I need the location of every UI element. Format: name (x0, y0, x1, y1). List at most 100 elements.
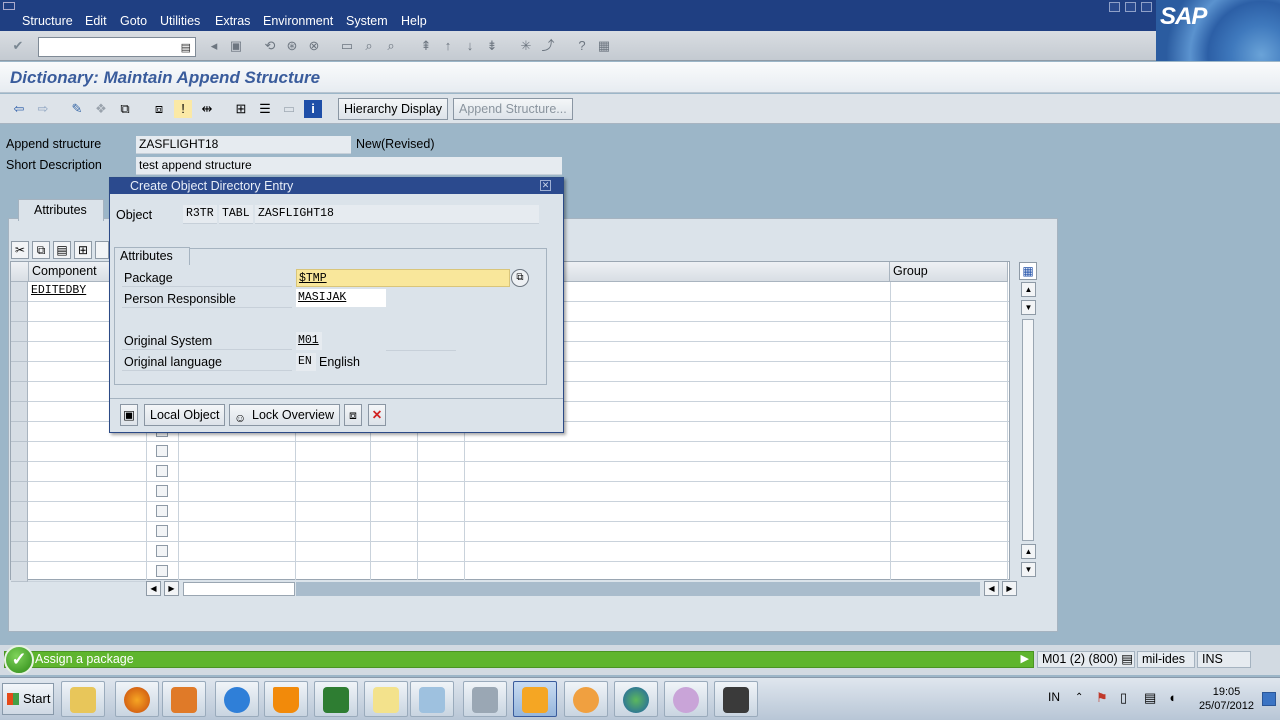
row-selector[interactable] (11, 562, 28, 582)
display-change-icon[interactable]: ✎ (68, 100, 86, 118)
row-selector[interactable] (11, 302, 28, 322)
row-selector[interactable] (11, 362, 28, 382)
row-checkbox[interactable] (156, 445, 168, 457)
save-icon[interactable]: ▣ (228, 38, 244, 54)
cancel-dialog-icon[interactable]: ✕ (368, 404, 386, 426)
scroll-left-end-icon[interactable]: ◀ (984, 581, 999, 596)
scroll-page-down-icon[interactable]: ▼ (1021, 562, 1036, 577)
horizontal-scrollbar[interactable]: ◀ ▶ ◀ ▶ (146, 581, 1017, 597)
row-selector[interactable] (11, 382, 28, 402)
taskbar-excel-icon[interactable] (314, 681, 358, 717)
command-history-icon[interactable]: ▤ (181, 41, 191, 54)
taskbar-messenger-icon[interactable] (664, 681, 708, 717)
taskbar-notepad-icon[interactable] (410, 681, 454, 717)
shortcut-icon[interactable]: ⤴ (540, 38, 556, 54)
menu-environment[interactable]: Environment (263, 14, 333, 28)
person-responsible-input[interactable]: MASIJAK (296, 289, 386, 307)
row-checkbox[interactable] (156, 545, 168, 557)
package-help-icon[interactable]: ⧉ (511, 269, 529, 287)
layout-menu-icon[interactable]: ▦ (596, 38, 612, 54)
help-icon[interactable]: ? (574, 38, 590, 54)
next-page-icon[interactable]: ↓ (462, 38, 478, 54)
copy-icon[interactable]: ⧉ (32, 241, 50, 259)
command-field[interactable]: ▤ (38, 37, 196, 57)
dialog-close-icon[interactable]: ✕ (540, 180, 551, 191)
last-page-icon[interactable]: ⇟ (484, 38, 500, 54)
taskbar-sap-logon-icon[interactable] (513, 681, 557, 717)
check-icon[interactable]: ❖ (92, 100, 110, 118)
hierarchy-icon[interactable]: ⊞ (232, 100, 250, 118)
scroll-thumb[interactable] (1022, 319, 1034, 541)
row-selector[interactable] (11, 342, 28, 362)
row-checkbox[interactable] (156, 565, 168, 577)
first-page-icon[interactable]: ⇞ (418, 38, 434, 54)
append-structure-field[interactable]: ZASFLIGHT18 (136, 136, 351, 154)
append-structure-button[interactable]: Append Structure... (453, 98, 573, 120)
maximize-button[interactable] (1125, 2, 1136, 12)
menu-structure[interactable]: Structure (22, 14, 73, 28)
scroll-page-up-icon[interactable]: ▲ (1021, 544, 1036, 559)
menu-utilities[interactable]: Utilities (160, 14, 200, 28)
create-session-icon[interactable]: ✳ (518, 38, 534, 54)
tray-flag-icon[interactable]: ⚑ (1096, 690, 1108, 706)
status-message[interactable]: Assign a package ▶ (4, 651, 1034, 668)
show-desktop-icon[interactable] (1262, 692, 1276, 706)
scroll-left-icon[interactable]: ◀ (146, 581, 161, 596)
tray-device-icon[interactable]: ▯ (1120, 690, 1127, 706)
hscroll-thumb[interactable] (183, 582, 295, 596)
table-row[interactable] (11, 562, 1009, 582)
next-object-icon[interactable]: ⇨ (34, 100, 52, 118)
insert-mode[interactable]: INS (1197, 651, 1251, 668)
minimize-button[interactable] (1109, 2, 1120, 12)
taskbar-camera-icon[interactable] (714, 681, 758, 717)
clock[interactable]: 19:05 25/07/2012 (1199, 685, 1254, 713)
tab-attributes[interactable]: Attributes (18, 199, 104, 221)
row-selector[interactable] (11, 422, 28, 442)
row-selector[interactable] (11, 322, 28, 342)
previous-object-icon[interactable]: ⇦ (10, 100, 28, 118)
row-selector[interactable] (11, 282, 28, 302)
table-row[interactable] (11, 502, 1009, 522)
menu-goto[interactable]: Goto (120, 14, 147, 28)
taskbar-internet-explorer-icon[interactable] (215, 681, 259, 717)
hierarchy-display-button[interactable]: Hierarchy Display (338, 98, 448, 120)
show-hidden-icons-icon[interactable]: ⌃ (1075, 692, 1083, 703)
other-object-icon[interactable]: ⧈ (150, 100, 168, 118)
activate-icon[interactable]: ⧉ (116, 100, 134, 118)
menu-help[interactable]: Help (401, 14, 427, 28)
row-selector[interactable] (11, 402, 28, 422)
taskbar-network-icon[interactable] (614, 681, 658, 717)
close-window-button[interactable] (1141, 2, 1152, 12)
tray-volume-icon[interactable]: ◖ (1168, 690, 1176, 705)
save-dialog-icon[interactable]: ▣ (120, 404, 138, 426)
find-next-icon[interactable]: ⌕ (383, 38, 399, 54)
taskbar-firefox-icon[interactable] (115, 681, 159, 717)
row-selector[interactable] (11, 462, 28, 482)
insert-row-icon[interactable]: ⊞ (74, 241, 92, 259)
where-used-icon[interactable]: ! (174, 100, 192, 118)
technical-settings-icon[interactable]: ☰ (256, 100, 274, 118)
tray-network-icon[interactable]: ▤ (1144, 690, 1156, 706)
menu-system[interactable]: System (346, 14, 388, 28)
hscroll-track[interactable] (296, 582, 980, 596)
taskbar-explorer-icon[interactable] (61, 681, 105, 717)
short-description-field[interactable]: test append structure (136, 157, 562, 175)
package-input[interactable]: $TMP (296, 269, 510, 287)
taskbar-media-player-icon[interactable] (162, 681, 206, 717)
lock-overview-button[interactable]: ☺ Lock Overview (229, 404, 340, 426)
select-all-header[interactable] (11, 262, 29, 282)
scroll-down-icon[interactable]: ▼ (1021, 300, 1036, 315)
row-checkbox[interactable] (156, 485, 168, 497)
navigate-icon[interactable]: ⇹ (198, 100, 216, 118)
cancel-icon[interactable]: ⊗ (306, 38, 322, 54)
table-row[interactable] (11, 442, 1009, 462)
menu-extras[interactable]: Extras (215, 14, 250, 28)
column-header-group[interactable]: Group (890, 262, 1008, 282)
system-menu-icon[interactable] (3, 2, 15, 10)
find-icon[interactable]: ⌕ (361, 38, 377, 54)
scroll-up-icon[interactable]: ▲ (1021, 282, 1036, 297)
row-selector[interactable] (11, 542, 28, 562)
transport-icon[interactable]: ⧈ (344, 404, 362, 426)
taskbar-sticky-notes-icon[interactable] (364, 681, 408, 717)
enter-icon[interactable]: ✔ (10, 38, 26, 54)
